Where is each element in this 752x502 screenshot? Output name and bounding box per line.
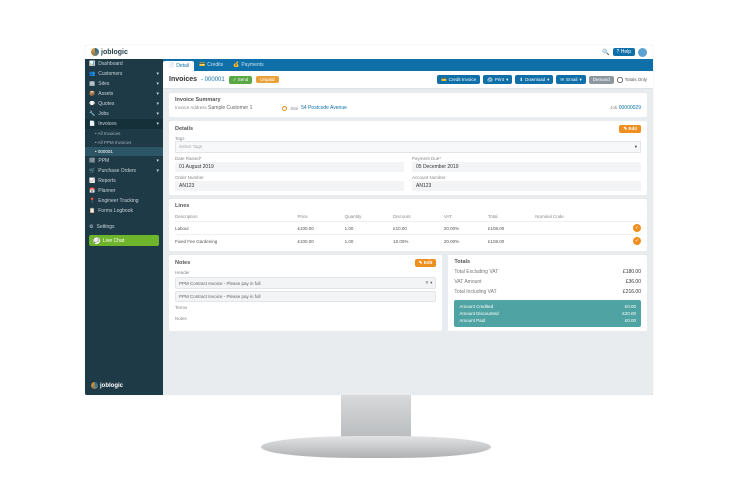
chevron-down-icon: ▾ [430, 280, 432, 285]
table-row: Fixed Fee Gardening £100.00 1.00 10.00% … [175, 235, 641, 248]
totals-card: Totals Total Excluding VAT£180.00 VAT Am… [448, 255, 647, 331]
demand-button[interactable]: Demand [589, 76, 614, 84]
details-title: Details [175, 126, 193, 132]
credit-invoice-button[interactable]: 💳Credit Invoice [437, 75, 480, 84]
tags-select[interactable]: Select Tags▾ [175, 141, 641, 153]
totals-only-checkbox[interactable] [617, 77, 623, 83]
logo-icon [91, 48, 99, 56]
sidebar-item-reports[interactable]: 📈Reports [85, 176, 163, 186]
main-content: 📄Detail 💳Credits 💰Payments Invoices - 00… [163, 59, 653, 395]
tab-credits[interactable]: 💳Credits [194, 62, 228, 68]
order-number-field[interactable]: AN123 [175, 181, 404, 191]
lines-card: Lines Description Price Quantity Discoun… [169, 199, 647, 251]
sidebar-sub-all-invoices[interactable]: • All Invoices [85, 129, 163, 138]
amounts-box: Amount Credited£0.00 Amount Discounted£2… [454, 300, 641, 327]
date-raised-field[interactable]: 01 August 2019 [175, 162, 404, 172]
totals-title: Totals [454, 259, 641, 265]
sidebar-item-sites[interactable]: 🏢Sites▾ [85, 79, 163, 89]
sidebar-item-dashboard[interactable]: 📊Dashboard [85, 59, 163, 69]
site-icon [282, 106, 287, 111]
check-icon[interactable]: ✓ [633, 224, 641, 232]
brand-text: joblogic [101, 49, 128, 56]
tab-payments[interactable]: 💰Payments [228, 62, 268, 68]
sidebar-item-tracking[interactable]: 📍Engineer Tracking [85, 196, 163, 206]
sidebar-item-quotes[interactable]: 💬Quotes▾ [85, 99, 163, 109]
sidebar-item-invoices[interactable]: 📄Invoices▾ [85, 119, 163, 129]
site-link[interactable]: 54 Postcode Avenue [301, 105, 347, 111]
notes-edit-button[interactable]: ✎ Edit [415, 259, 437, 267]
close-icon[interactable]: ✕ [425, 280, 429, 285]
lines-title: Lines [175, 203, 189, 209]
check-icon[interactable]: ✓ [633, 237, 641, 245]
notes-header-select[interactable]: PPM Contract Invoice - Please pay in ful… [175, 277, 436, 289]
live-chat-button[interactable]: 💬Live Chat [89, 235, 159, 246]
chevron-down-icon: ▾ [635, 144, 637, 150]
notes-card: Notes ✎ Edit Header PPM Contract Invoice… [169, 255, 442, 331]
sidebar-item-settings[interactable]: ⚙Settings [85, 222, 163, 232]
notes-header-text[interactable]: PPM Contract Invoice - Please pay in ful… [175, 291, 436, 302]
brand-logo: joblogic [91, 48, 128, 56]
sidebar-item-assets[interactable]: 📦Assets▾ [85, 89, 163, 99]
invoice-id: - 000001 [201, 77, 225, 83]
invoice-summary-card: Invoice Summary Invoice Address Sample C… [169, 93, 647, 117]
page-title: Invoices [169, 76, 197, 83]
tabbar: 📄Detail 💳Credits 💰Payments [163, 59, 653, 71]
avatar[interactable] [638, 48, 647, 57]
totals-only-label: Totals Only [625, 77, 647, 82]
search-icon[interactable]: 🔍 [602, 49, 609, 56]
details-card: Details ✎ Edit Tags Select Tags▾ Date Ra… [169, 121, 647, 195]
account-number-field[interactable]: AN123 [412, 181, 641, 191]
email-button[interactable]: ✉Email▾ [556, 75, 585, 84]
notes-title: Notes [175, 260, 190, 266]
details-edit-button[interactable]: ✎ Edit [619, 125, 641, 133]
sidebar-item-customers[interactable]: 👥Customers▾ [85, 69, 163, 79]
sidebar-item-ppm[interactable]: 🗓PPM▾ [85, 156, 163, 166]
sidebar: 📊Dashboard 👥Customers▾ 🏢Sites▾ 📦Assets▾ … [85, 59, 163, 395]
sidebar-item-po[interactable]: 🛒Purchase Orders▾ [85, 166, 163, 176]
sidebar-sub-all-ppm[interactable]: • All PPM Invoices [85, 138, 163, 147]
sidebar-item-forms[interactable]: 📋Forms Logbook [85, 206, 163, 216]
table-row: Labour £100.00 1.00 £10.00 20.00% £108.0… [175, 222, 641, 235]
page-header: Invoices - 000001 ✓ Send Unpaid 💳Credit … [163, 71, 653, 89]
print-button[interactable]: 🖨Print▾ [483, 75, 512, 84]
summary-title: Invoice Summary [175, 97, 641, 103]
tab-detail[interactable]: 📄Detail [163, 61, 194, 71]
status-badge-send: ✓ Send [229, 76, 253, 84]
sidebar-sub-current[interactable]: • 000001 [85, 147, 163, 156]
help-button[interactable]: ? Help [613, 48, 635, 56]
sidebar-item-jobs[interactable]: 🔧Jobs▾ [85, 109, 163, 119]
job-link[interactable]: 00000029 [619, 105, 641, 111]
status-badge-unpaid: Unpaid [256, 76, 278, 83]
sidebar-item-planner[interactable]: 📅Planner [85, 186, 163, 196]
download-button[interactable]: ⬇Download▾ [515, 75, 553, 84]
payment-due-field[interactable]: 05 December 2019 [412, 162, 641, 172]
sidebar-brand: joblogic [91, 382, 123, 389]
